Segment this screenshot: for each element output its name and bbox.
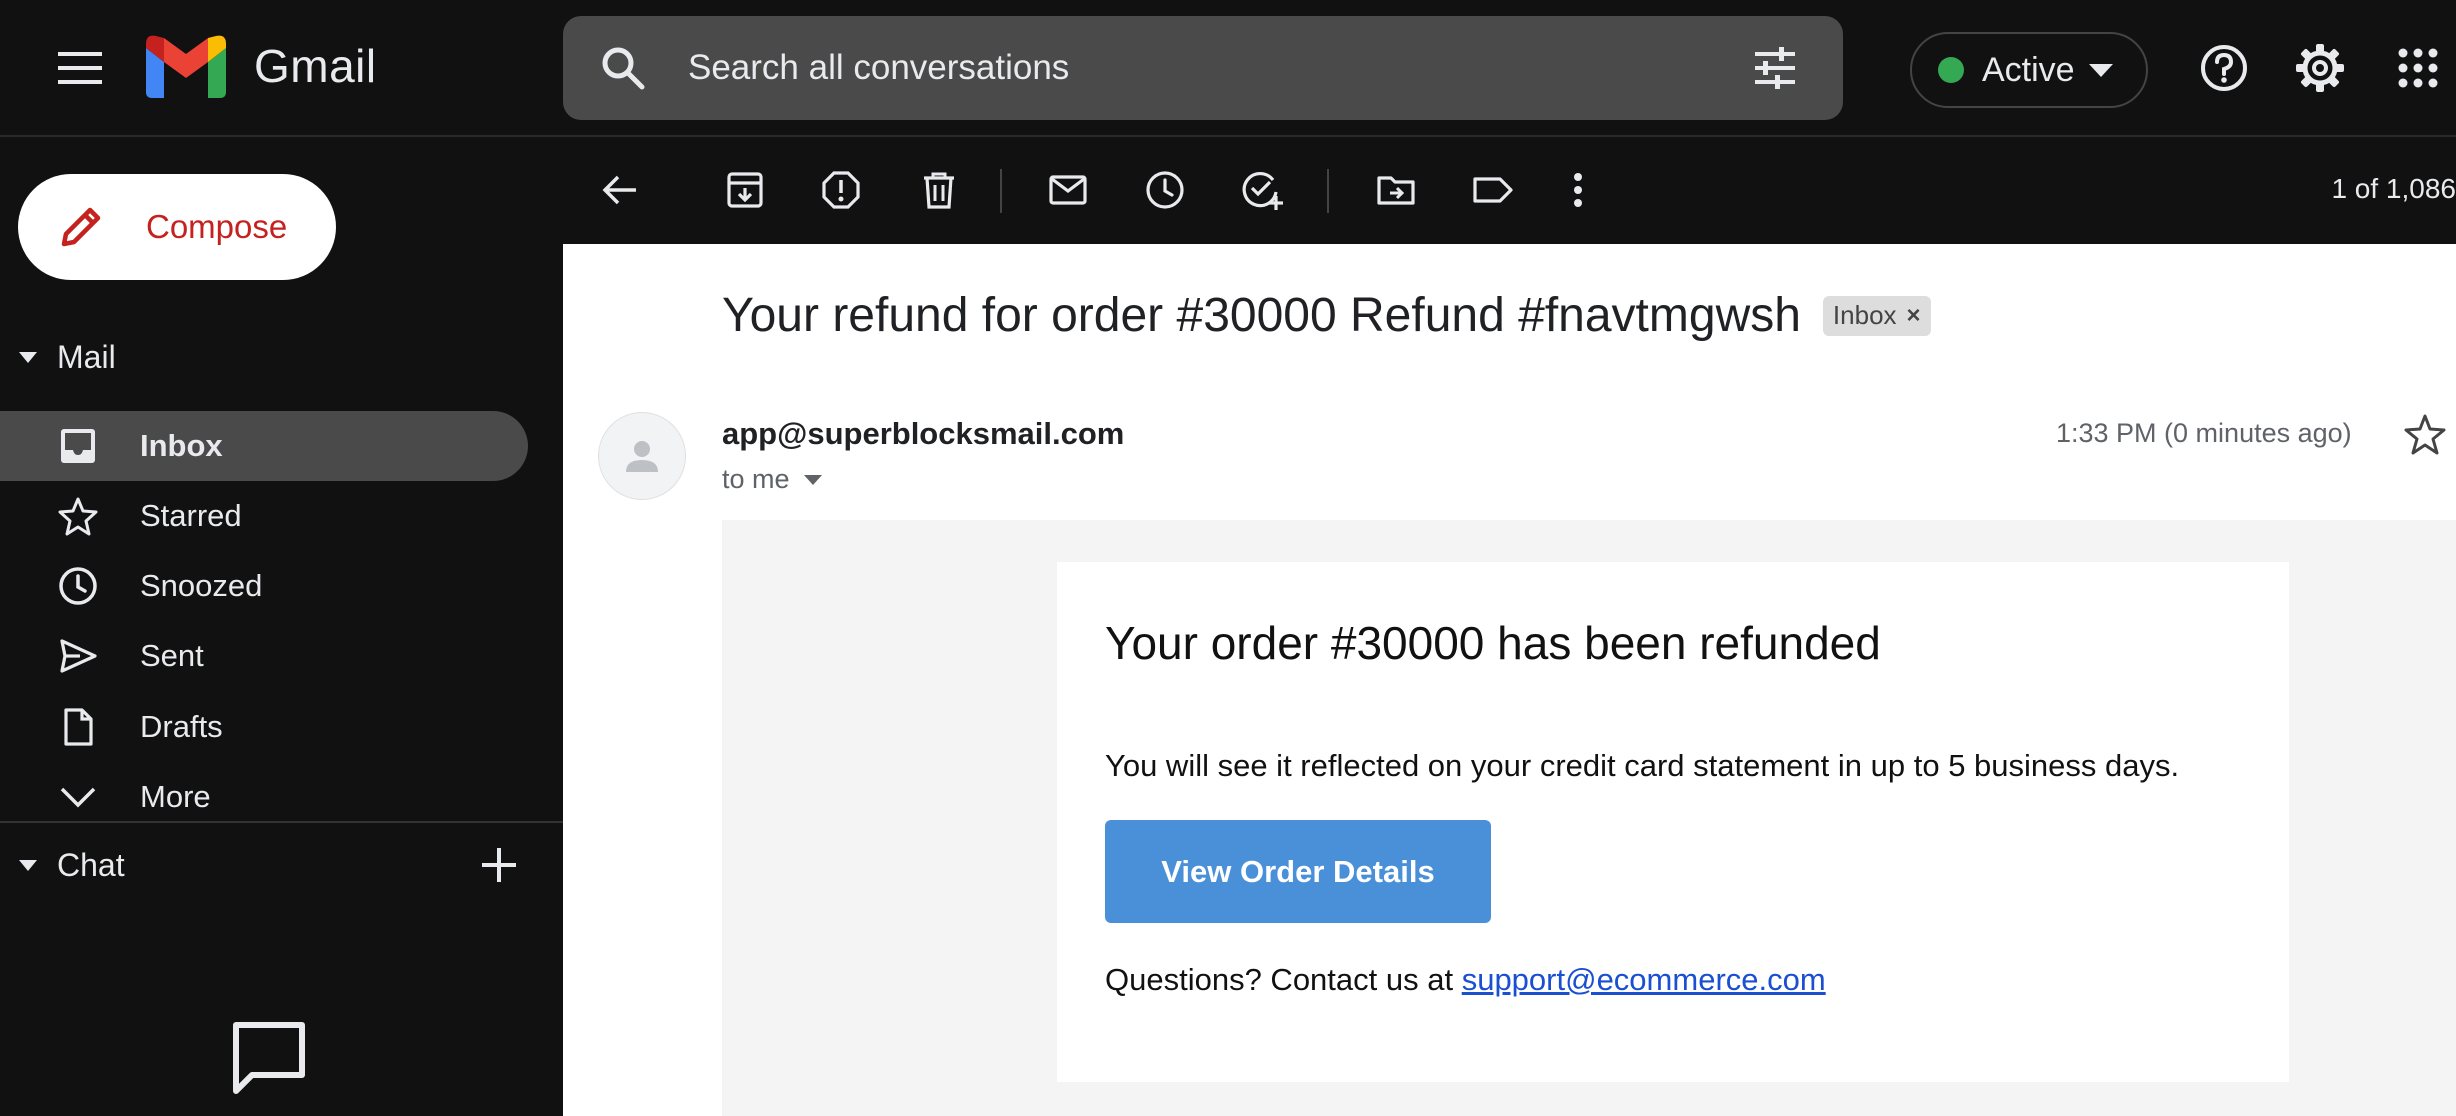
label-chip-text: Inbox — [1832, 300, 1897, 330]
caret-down-icon — [803, 474, 822, 485]
sidebar: Compose Mail Inbox Starred Snoozed Sent … — [0, 139, 563, 1116]
back-arrow-icon[interactable] — [595, 165, 645, 215]
collapse-triangle-icon — [19, 859, 37, 871]
compose-button[interactable]: Compose — [18, 174, 336, 280]
pagination-count: 1 of 1,086 — [2331, 173, 2456, 204]
star-icon[interactable] — [2403, 412, 2447, 456]
search-bar[interactable] — [563, 16, 1843, 120]
message-reader: Your refund for order #30000 Refund #fna… — [563, 244, 2456, 1116]
snooze-icon[interactable] — [1140, 165, 1190, 215]
sidebar-item-label: Drafts — [140, 709, 223, 744]
view-order-details-button[interactable]: View Order Details — [1105, 820, 1491, 923]
person-icon — [626, 441, 658, 472]
tune-icon[interactable] — [1751, 44, 1799, 92]
label-icon[interactable] — [1468, 165, 1518, 215]
status-dot — [1938, 57, 1964, 83]
toolbar-separator — [1000, 169, 1002, 213]
status-selector[interactable]: Active — [1910, 32, 2148, 108]
top-header: Gmail Active — [0, 0, 2456, 137]
sidebar-item-starred[interactable]: Starred — [0, 481, 528, 551]
chevron-down-icon — [56, 775, 100, 819]
collapse-triangle-icon — [19, 351, 37, 363]
archive-icon[interactable] — [720, 165, 770, 215]
email-subject: Your refund for order #30000 Refund #fna… — [722, 289, 1801, 342]
recipient-details[interactable]: to me — [722, 464, 822, 495]
sender-email[interactable]: app@superblocksmail.com — [722, 416, 1124, 452]
label-chip-inbox[interactable]: Inbox × — [1822, 295, 1931, 336]
add-chat-icon[interactable] — [474, 840, 524, 890]
sidebar-item-label: Inbox — [140, 428, 223, 463]
move-to-icon[interactable] — [1371, 165, 1421, 215]
add-task-icon[interactable] — [1237, 165, 1287, 215]
remove-label-icon[interactable]: × — [1907, 302, 1921, 330]
sidebar-item-drafts[interactable]: Drafts — [0, 692, 528, 762]
caret-down-icon — [2088, 63, 2113, 77]
sidebar-item-snoozed[interactable]: Snoozed — [0, 551, 528, 621]
sidebar-item-label: Starred — [140, 498, 242, 533]
pencil-icon — [61, 207, 101, 247]
apps-icon[interactable] — [2390, 40, 2446, 96]
sidebar-item-sent[interactable]: Sent — [0, 621, 528, 691]
star-icon — [56, 494, 100, 538]
clock-icon — [56, 564, 100, 608]
help-icon[interactable] — [2196, 40, 2252, 96]
contact-text: Questions? Contact us at — [1105, 962, 1462, 997]
gmail-logo[interactable]: Gmail — [146, 34, 377, 98]
recipient-label: to me — [722, 464, 790, 494]
compose-label: Compose — [146, 208, 288, 245]
sidebar-item-label: Sent — [140, 638, 204, 673]
sidebar-item-label: Snoozed — [140, 568, 263, 603]
status-label: Active — [1982, 50, 2075, 89]
email-contact-line: Questions? Contact us at support@ecommer… — [1105, 962, 1826, 998]
search-icon[interactable] — [599, 44, 647, 92]
message-timestamp: 1:33 PM (0 minutes ago) — [2056, 418, 2352, 448]
mail-section-label: Mail — [57, 338, 116, 375]
email-paragraph: You will see it reflected on your credit… — [1105, 748, 2180, 783]
avatar[interactable] — [598, 412, 686, 500]
email-heading: Your order #30000 has been refunded — [1105, 617, 1881, 669]
support-email-link[interactable]: support@ecommerce.com — [1462, 962, 1826, 997]
more-vert-icon[interactable] — [1553, 165, 1603, 215]
gear-icon[interactable] — [2292, 40, 2348, 96]
search-input[interactable] — [688, 16, 1688, 120]
message-toolbar: 1 of 1,086 — [563, 137, 2456, 244]
draft-icon — [56, 705, 100, 749]
chat-section-header[interactable]: Chat — [0, 847, 125, 883]
subject-row: Your refund for order #30000 Refund #fna… — [722, 288, 1931, 343]
gmail-m-icon — [146, 35, 226, 98]
sidebar-item-inbox[interactable]: Inbox — [0, 411, 528, 481]
sidebar-divider — [0, 821, 563, 823]
app-name: Gmail — [254, 40, 377, 92]
email-body-background: Your order #30000 has been refunded You … — [722, 520, 2456, 1116]
chat-section-label: Chat — [57, 846, 125, 883]
email-card: Your order #30000 has been refunded You … — [1057, 562, 2289, 1082]
toolbar-separator — [1327, 169, 1329, 213]
sidebar-item-label: More — [140, 779, 211, 814]
delete-icon[interactable] — [914, 165, 964, 215]
chat-bubble-icon — [233, 1022, 305, 1094]
menu-icon[interactable] — [50, 38, 110, 98]
report-spam-icon[interactable] — [816, 165, 866, 215]
inbox-icon — [56, 424, 100, 468]
mail-section-header[interactable]: Mail — [0, 339, 116, 375]
send-icon — [56, 634, 100, 678]
mark-unread-icon[interactable] — [1043, 165, 1093, 215]
